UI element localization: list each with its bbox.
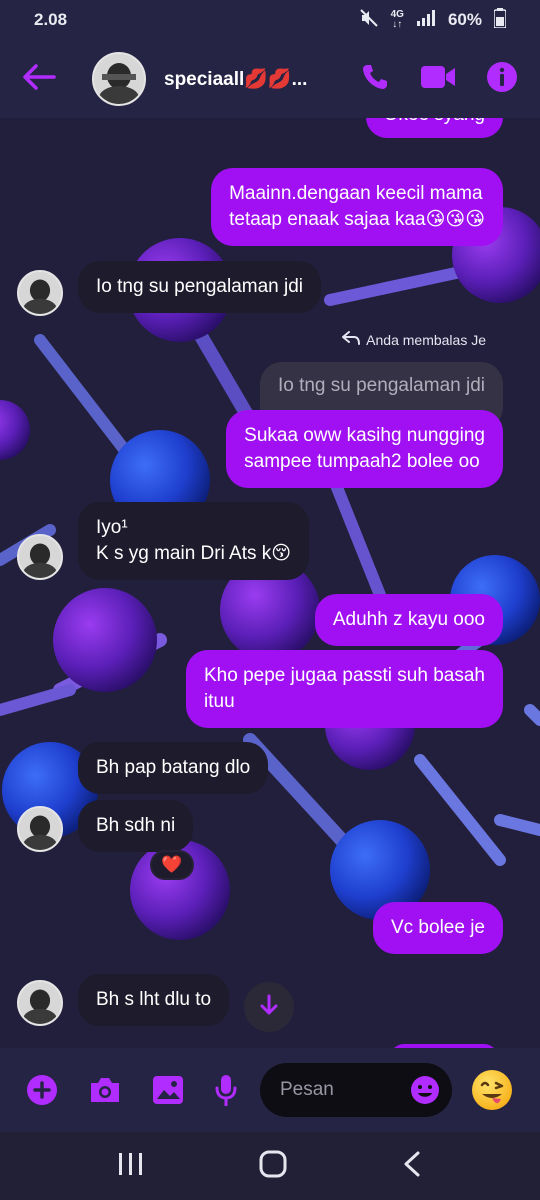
video-icon[interactable] [420,64,456,95]
contact-name[interactable]: speciaall💋💋... [164,67,360,91]
nav-back-icon[interactable] [401,1150,423,1183]
quick-emoji-button[interactable] [470,1068,514,1112]
contact-avatar-small[interactable] [17,980,63,1026]
battery-icon [493,7,507,33]
home-icon[interactable] [258,1149,288,1184]
network-type: 4G ↓↑ [390,9,404,30]
info-icon[interactable] [486,61,518,98]
chat-header: speciaall💋💋... [0,40,540,118]
reply-arrow-icon [342,331,361,348]
gallery-icon[interactable] [152,1075,184,1105]
message-outgoing[interactable]: Aduhh z kayu ooo [314,594,503,646]
message-incoming[interactable]: Io tng su pengalaman jdi [78,261,322,313]
mute-icon [359,8,379,33]
reply-note-text: Anda membalas Je [366,331,486,348]
heart-reaction[interactable]: ❤️ [150,850,194,880]
system-navigation-bar [0,1132,540,1200]
message-input[interactable]: Pesan [260,1063,452,1117]
plus-icon[interactable] [26,1074,58,1106]
contact-avatar-small[interactable] [17,806,63,852]
message-outgoing[interactable]: Maainn.dengaan keecil mama tetaap enaak … [211,168,503,246]
signal-icon [416,9,436,32]
status-bar: 2.08 4G ↓↑ 60% [0,0,540,40]
message-input-placeholder: Pesan [280,1079,334,1100]
reply-indicator: Anda membalas Je [342,331,486,348]
microphone-icon[interactable] [214,1074,238,1106]
emoji-icon[interactable] [410,1075,440,1105]
message-outgoing[interactable]: Vc bolee je [372,902,503,954]
message-outgoing[interactable]: Kho pepe jugaa passti suh basah ituu [186,650,503,728]
contact-avatar-small[interactable] [17,270,63,316]
phone-icon[interactable] [360,62,390,97]
message-incoming[interactable]: Bh sdh ni [78,800,194,852]
contact-avatar-small[interactable] [17,534,63,580]
contact-avatar[interactable] [92,52,146,106]
clock: 2.08 [34,10,68,29]
message-outgoing[interactable]: Sukaa oww kasihg nungging sampee tumpaah… [226,410,503,488]
message-incoming[interactable]: Bh s lht dlu to [78,974,230,1026]
battery-level: 60% [447,10,482,29]
scroll-to-bottom-button[interactable] [244,982,294,1032]
message-composer: Pesan [0,1048,540,1132]
back-arrow-icon[interactable] [22,63,56,96]
message-list[interactable]: Okee syang Maainn.dengaan keecil mama te… [0,118,540,1048]
message-incoming[interactable]: Iyo¹ K s yg main Dri Ats k😚 [78,502,310,580]
message-outgoing[interactable]: Okee syang [365,118,503,138]
arrow-down-icon [258,994,280,1021]
camera-icon[interactable] [88,1075,122,1105]
recents-icon[interactable] [117,1151,145,1182]
message-incoming[interactable]: Bh pap batang dlo [78,742,269,794]
